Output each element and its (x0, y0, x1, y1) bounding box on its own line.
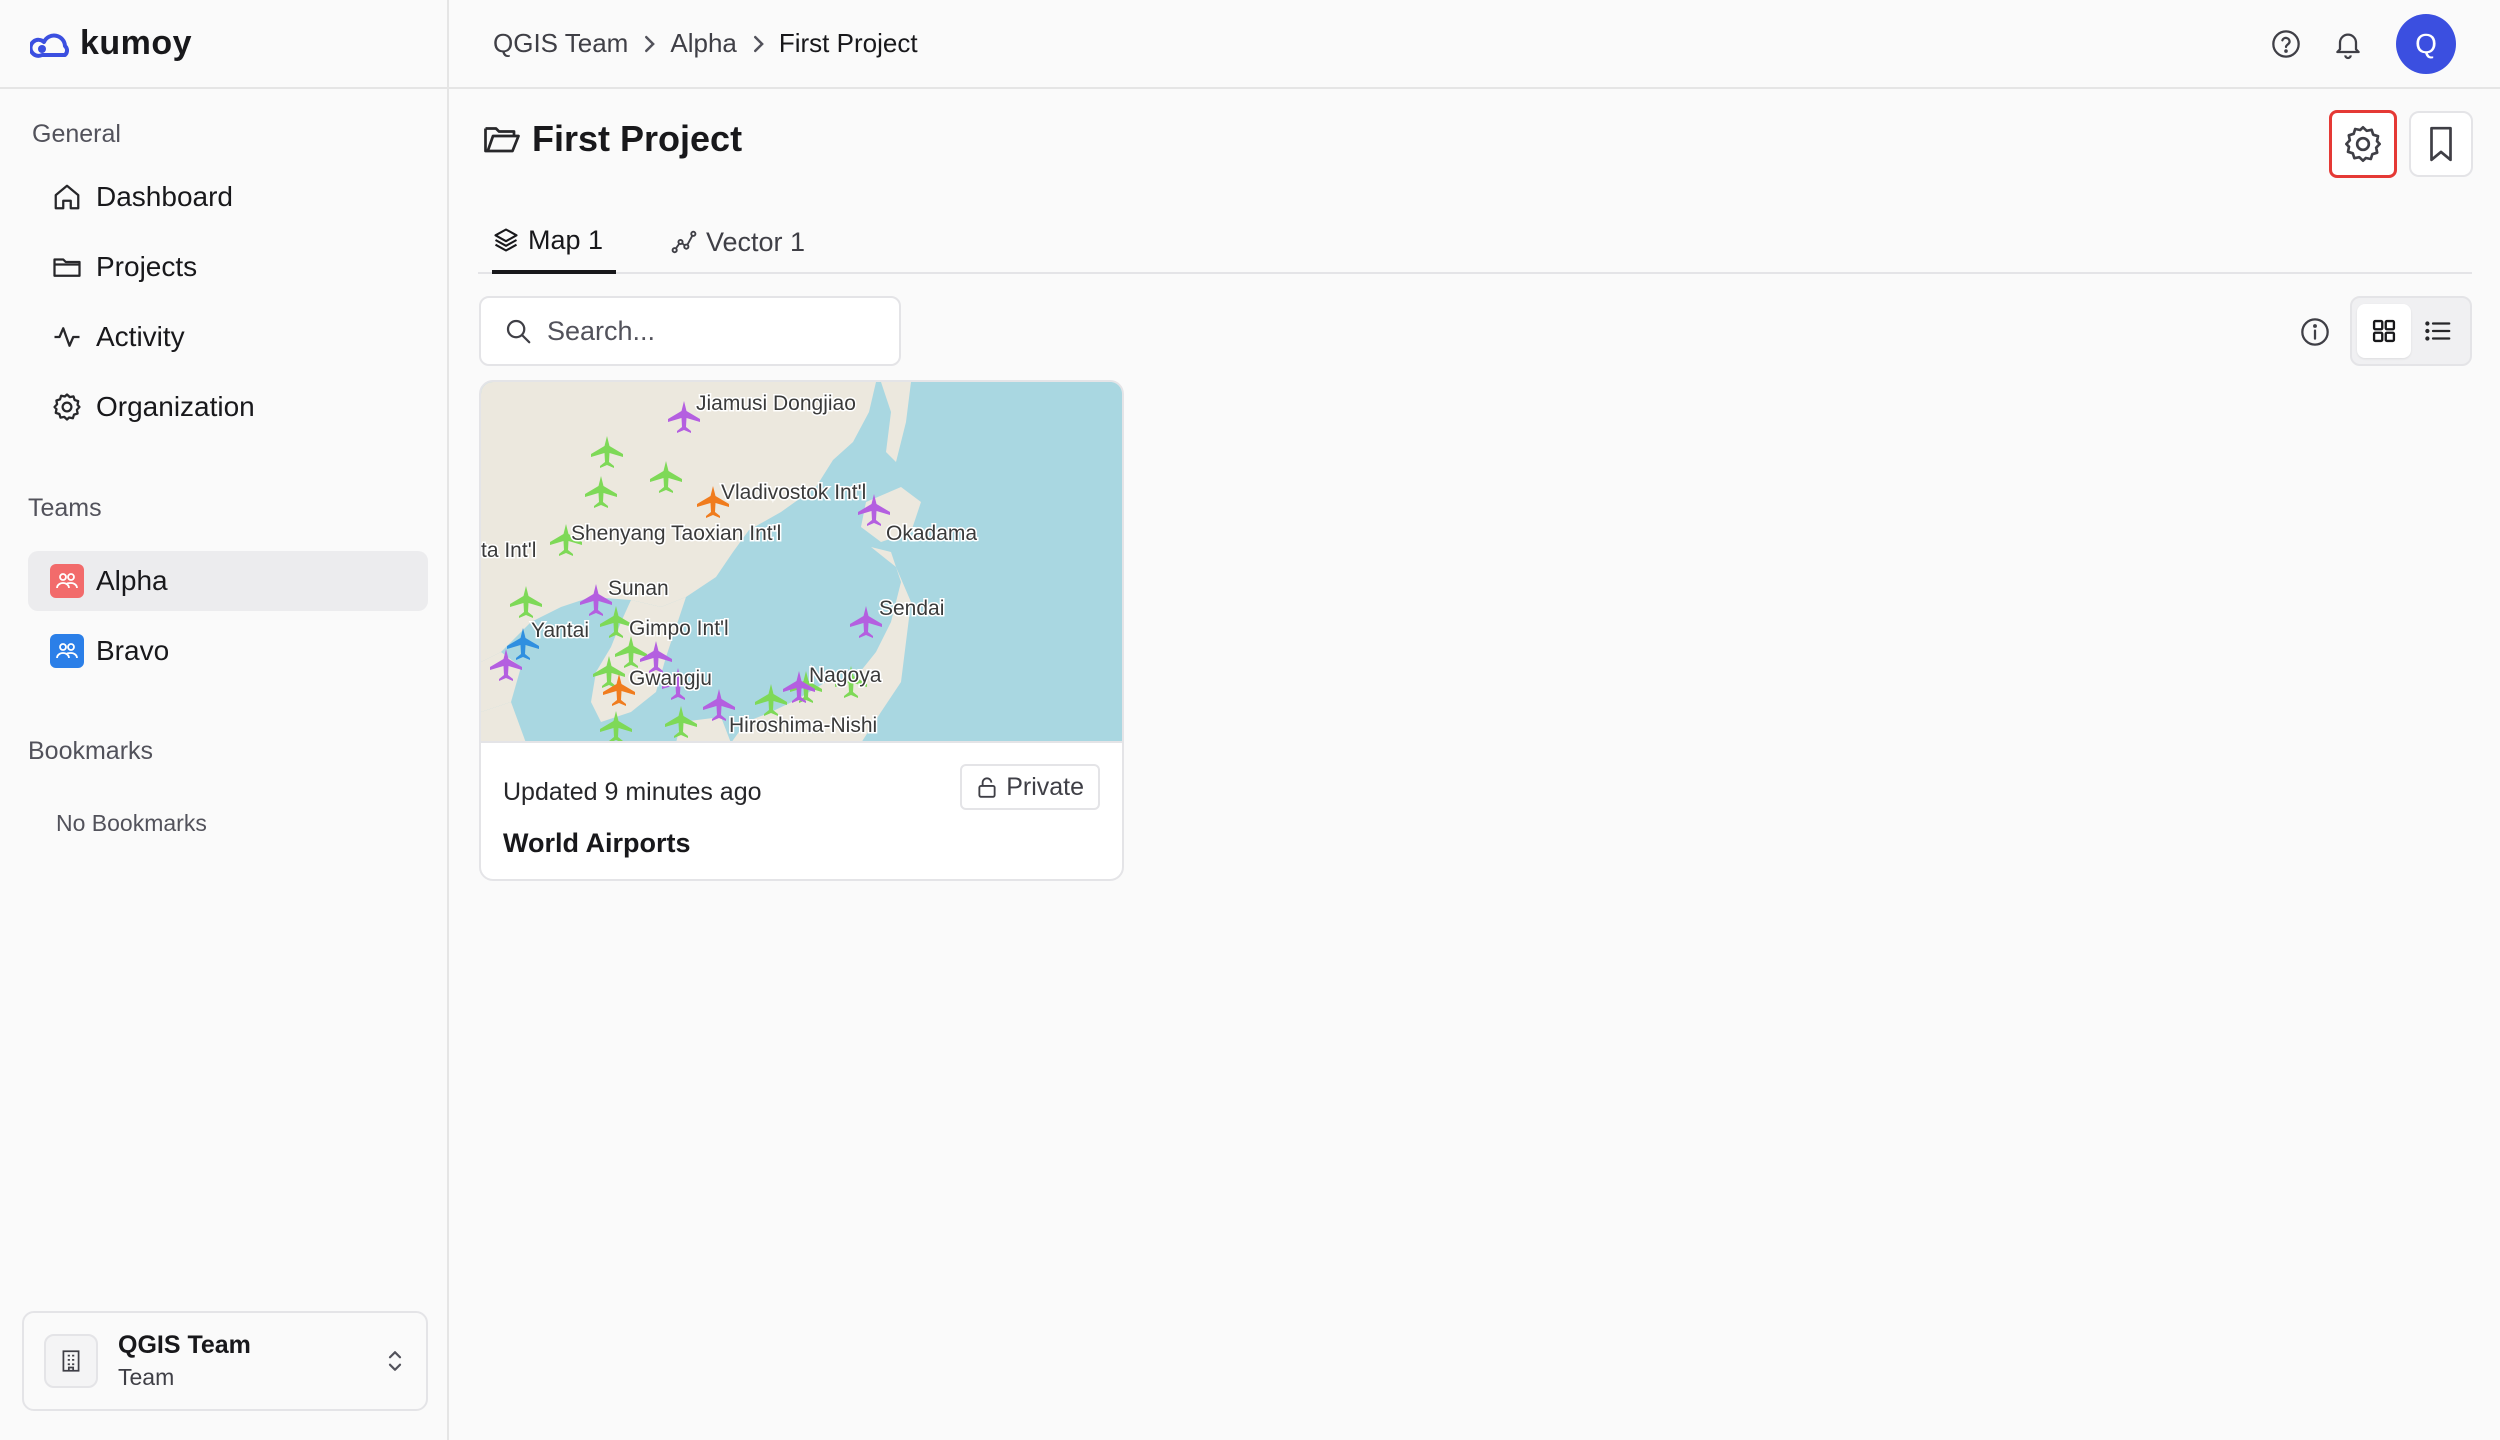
page-title: First Project (532, 118, 743, 159)
sidebar-item-dashboard[interactable]: Dashboard (28, 167, 428, 227)
app-name: kumoy (80, 24, 193, 62)
tab-vector-1[interactable]: Vector 1 (670, 210, 805, 274)
sidebar-item-label: Dashboard (96, 181, 233, 212)
list-icon (2423, 316, 2453, 346)
card-updated-text: Updated 9 minutes ago (503, 778, 762, 806)
map-thumbnail: Jiamusi Dongjiao Vladivostok Int'l Sheny… (481, 382, 1122, 743)
sidebar-item-label: Activity (96, 321, 185, 352)
sidebar-item-label: Organization (96, 391, 255, 422)
map-label: Vladivostok Int'l (721, 481, 866, 504)
sidebar-item-label: Projects (96, 251, 198, 282)
logo[interactable]: kumoy (0, 0, 447, 89)
breadcrumb: QGIS Team Alpha First Project (493, 28, 918, 59)
map-label: Shenyang Taoxian Int'l (571, 522, 781, 545)
breadcrumb-item-team[interactable]: Alpha (670, 28, 737, 59)
map-label: Gwangju (629, 667, 712, 690)
tab-label: Vector 1 (706, 226, 806, 257)
section-general-label: General (32, 120, 121, 148)
list-view-button[interactable] (2411, 304, 2465, 358)
team-switcher-role: Team (118, 1364, 175, 1390)
folder-icon (50, 250, 84, 284)
sidebar: kumoy General Dashboard Projects Activit… (0, 0, 449, 1440)
tab-bar: Map 1 Vector 1 (478, 210, 2472, 274)
search-input[interactable] (545, 314, 879, 348)
sidebar-item-label: Alpha (96, 565, 168, 596)
team-switcher[interactable]: QGIS Team Team (22, 1311, 428, 1411)
section-teams-label: Teams (28, 494, 102, 522)
layers-icon (492, 226, 520, 254)
map-label: Jiamusi Dongjiao (696, 392, 856, 415)
lock-icon (976, 775, 998, 799)
map-label: Yantai (531, 619, 589, 642)
section-bookmarks-label: Bookmarks (28, 737, 154, 765)
sidebar-item-team-alpha[interactable]: Alpha (28, 551, 428, 611)
breadcrumb-item-org[interactable]: QGIS Team (493, 28, 628, 59)
visibility-label: Private (1006, 772, 1084, 801)
map-label: Sendai (879, 597, 944, 620)
grid-view-button[interactable] (2357, 304, 2411, 358)
sidebar-item-projects[interactable]: Projects (28, 237, 428, 297)
sidebar-item-label: Bravo (96, 635, 170, 666)
grid-icon (2370, 317, 2398, 345)
sidebar-item-organization[interactable]: Organization (28, 377, 428, 437)
search-icon (503, 316, 533, 346)
building-icon (44, 1334, 98, 1388)
bookmark-button[interactable] (2409, 111, 2473, 177)
home-icon (50, 180, 84, 214)
page-header: First Project (482, 118, 742, 160)
map-label: Hiroshima-Nishi (729, 714, 877, 737)
chevron-right-icon (751, 33, 765, 55)
sidebar-item-team-bravo[interactable]: Bravo (28, 621, 428, 681)
map-label: Nagoya (809, 664, 882, 687)
bell-icon[interactable] (2326, 22, 2370, 66)
card-title: World Airports (503, 828, 691, 858)
map-thumbnail-image: Jiamusi Dongjiao Vladivostok Int'l Sheny… (481, 382, 1122, 741)
user-avatar[interactable]: Q (2396, 13, 2456, 74)
sidebar-item-activity[interactable]: Activity (28, 307, 428, 367)
map-label: Okadama (886, 522, 977, 545)
map-label: Gimpo Int'l (629, 617, 729, 640)
folder-open-icon (482, 121, 522, 157)
chevron-right-icon (642, 33, 656, 55)
activity-icon (50, 320, 84, 354)
breadcrumb-item-project: First Project (778, 28, 918, 58)
chevron-up-down-icon (384, 1346, 406, 1376)
map-label: ta Int'l (481, 539, 536, 562)
no-bookmarks-text: No Bookmarks (56, 810, 207, 836)
tab-map-1[interactable]: Map 1 (492, 210, 616, 274)
gear-icon (50, 390, 84, 424)
team-alpha-icon (50, 564, 84, 598)
project-settings-button[interactable] (2329, 110, 2397, 178)
tab-label: Map 1 (528, 224, 604, 255)
topbar: QGIS Team Alpha First Project Q (449, 0, 2500, 89)
vector-icon (670, 228, 698, 256)
map-card[interactable]: Jiamusi Dongjiao Vladivostok Int'l Sheny… (479, 380, 1124, 881)
team-bravo-icon (50, 634, 84, 668)
gear-icon (2343, 124, 2383, 164)
visibility-badge: Private (960, 764, 1100, 810)
bookmark-icon (2425, 125, 2457, 163)
search-box (479, 296, 901, 366)
help-icon[interactable] (2264, 22, 2308, 66)
map-label: Sunan (608, 577, 669, 600)
team-switcher-name: QGIS Team (118, 1331, 251, 1359)
info-icon[interactable] (2296, 313, 2334, 351)
cloud-logo-icon (30, 33, 69, 58)
view-toggle (2350, 296, 2472, 366)
